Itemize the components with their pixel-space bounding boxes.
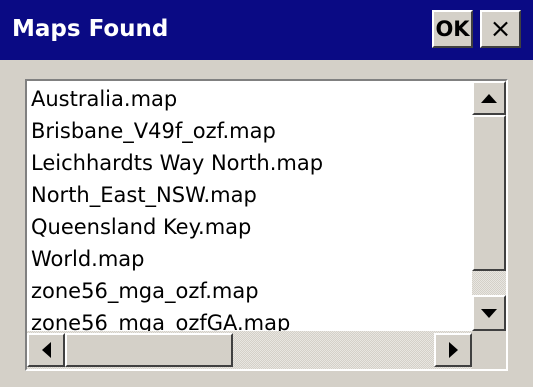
ok-button-label: OK <box>435 17 470 41</box>
close-button[interactable]: × <box>480 10 521 48</box>
maps-found-dialog: Maps Found OK × Australia.map Brisbane_V… <box>0 0 533 387</box>
arrow-left-icon <box>41 342 51 358</box>
arrow-down-icon <box>481 308 497 318</box>
scroll-right-button[interactable] <box>434 333 472 367</box>
close-icon: × <box>489 14 512 44</box>
scroll-down-button[interactable] <box>472 295 506 331</box>
list-item[interactable]: Queensland Key.map <box>31 211 251 243</box>
arrow-up-icon <box>481 93 497 103</box>
scroll-up-button[interactable] <box>472 81 506 115</box>
vertical-scrollbar[interactable] <box>472 81 506 331</box>
vertical-scroll-thumb[interactable] <box>472 115 506 271</box>
horizontal-scrollbar[interactable] <box>27 331 472 369</box>
list-item[interactable]: zone56_mga_ozf.map <box>31 275 259 307</box>
scrollbar-corner <box>472 331 506 369</box>
title-bar[interactable]: Maps Found OK × <box>0 0 533 60</box>
list-item[interactable]: zone56_mga_ozfGA.map <box>31 307 290 331</box>
dialog-title: Maps Found <box>12 16 169 42</box>
list-item[interactable]: Leichhardts Way North.map <box>31 147 323 179</box>
ok-button[interactable]: OK <box>432 10 473 48</box>
horizontal-scroll-thumb[interactable] <box>65 333 233 367</box>
arrow-right-icon <box>448 342 458 358</box>
maps-listbox[interactable]: Australia.map Brisbane_V49f_ozf.map Leic… <box>25 79 508 371</box>
maps-list: Australia.map Brisbane_V49f_ozf.map Leic… <box>27 81 472 331</box>
list-item[interactable]: Brisbane_V49f_ozf.map <box>31 115 276 147</box>
list-item[interactable]: North_East_NSW.map <box>31 179 257 211</box>
list-item[interactable]: Australia.map <box>31 83 177 115</box>
list-item[interactable]: World.map <box>31 243 145 275</box>
scroll-left-button[interactable] <box>27 333 65 367</box>
